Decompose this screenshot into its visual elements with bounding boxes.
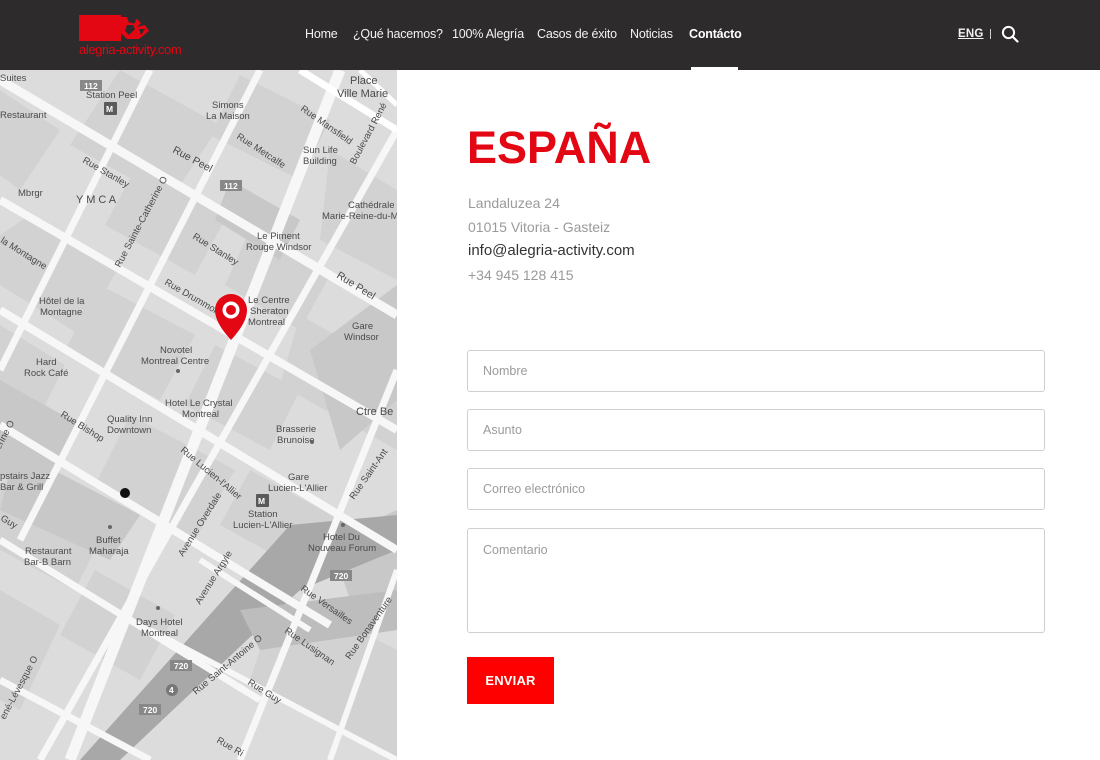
nav-contacto[interactable]: Contácto [689,27,742,41]
highway-shield-icon: 112 [220,180,242,191]
map-label: Lucien-L'Allier [233,520,292,531]
nav-casos-exito[interactable]: Casos de éxito [537,27,617,41]
map-label: Mbrgr [18,188,43,199]
map-label: Restaurant [0,110,47,121]
map-label: Montreal [182,409,219,420]
map-label: Rouge Windsor [246,242,311,253]
map-label: Maharaja [89,546,129,557]
location-map[interactable]: Suites Place Ville Marie Station Peel Re… [0,70,397,760]
active-nav-indicator [691,67,738,70]
nav-alegria[interactable]: 100% Alegría [452,27,524,41]
map-label: Montreal [141,628,178,639]
svg-text:112: 112 [84,81,98,91]
map-label: Marie-Reine-du-M [322,211,397,222]
country-heading: ESPAÑA [467,122,652,173]
map-label: Suites [0,73,27,84]
map-label: Windsor [344,332,379,343]
nav-que-hacemos[interactable]: ¿Qué hacemos? [353,27,443,41]
map-label: Montreal [248,317,285,328]
map-label: Nouveau Forum [308,543,376,554]
map-label: Lucien-L'Allier [268,483,327,494]
map-label: Station [248,509,278,520]
map-label: Quality Inn [107,414,152,425]
map-label: Brasserie [276,424,316,435]
name-field[interactable] [467,350,1045,392]
comment-field[interactable] [467,528,1045,633]
metro-icon: M [256,494,269,507]
metro-icon: M [104,102,117,115]
logo-text: alegria-activity.com [79,42,182,57]
map-label: Montagne [40,307,82,318]
map-label: Novotel [160,345,192,356]
map-label: Le Piment [257,231,300,242]
map-label: Bar & Grill [0,482,43,493]
site-logo[interactable]: alegria-activity.com [79,13,187,59]
nav-home[interactable]: Home [305,27,338,41]
map-label: Brunoise [277,435,315,446]
map-label: Cathédrale [348,200,394,211]
nav-noticias[interactable]: Noticias [630,27,673,41]
map-label: Rock Café [24,368,68,379]
map-label: Ctre Be [356,406,393,418]
svg-text:M: M [106,104,113,114]
address-line-1: Landaluzea 24 [468,195,560,211]
site-header: alegria-activity.com Home ¿Qué hacemos? … [0,0,1100,70]
map-label: Building [303,156,337,167]
map-label: Restaurant [25,546,72,557]
map-canvas[interactable]: Suites Place Ville Marie Station Peel Re… [0,70,397,760]
map-label: Y M C A [76,194,117,206]
highway-shield-icon: 720 [170,660,192,671]
map-label: Gare [288,472,309,483]
address-line-2: 01015 Vitoria - Gasteiz [468,219,611,235]
svg-text:112: 112 [224,181,238,191]
map-label: Buffet [96,535,121,546]
map-label: pstairs Jazz [0,471,50,482]
svg-text:720: 720 [334,571,348,581]
map-label: La Maison [206,111,250,122]
subject-field[interactable] [467,409,1045,451]
map-label: Hôtel de la [39,296,85,307]
svg-text:720: 720 [143,705,157,715]
svg-text:4: 4 [169,685,174,695]
svg-text:M: M [258,496,265,506]
highway-shield-icon: 112 [80,80,102,91]
map-label: Station Peel [86,90,137,101]
contact-phone: +34 945 128 415 [468,267,574,283]
map-label: Gare [352,321,373,332]
svg-text:720: 720 [174,661,188,671]
route-shield-icon: 4 [166,684,178,696]
contact-email-link[interactable]: info@alegria-activity.com [468,241,635,261]
map-label: Bar-B Barn [24,557,71,568]
header-separator [990,29,991,39]
map-label: Place [350,75,378,87]
map-label: Downtown [107,425,151,436]
submit-button[interactable]: ENVIAR [467,657,554,704]
poi-dot [120,488,130,498]
search-icon[interactable] [1001,25,1019,43]
highway-shield-icon: 720 [139,704,161,715]
language-switch[interactable]: ENG [958,28,984,40]
logo-mark-icon [79,15,149,41]
map-label: Hotel Le Crystal [165,398,233,409]
map-label: Ville Marie [337,88,388,100]
map-label: Sheraton [250,306,289,317]
email-field[interactable] [467,468,1045,510]
map-label: Le Centre [248,295,290,306]
map-label: Simons [212,100,244,111]
map-label: Days Hotel [136,617,182,628]
map-label: Sun Life [303,145,338,156]
highway-shield-icon: 720 [330,570,352,581]
map-label: Hard [36,357,57,368]
map-label: Montreal Centre [141,356,209,367]
map-label: Hotel Du [323,532,360,543]
